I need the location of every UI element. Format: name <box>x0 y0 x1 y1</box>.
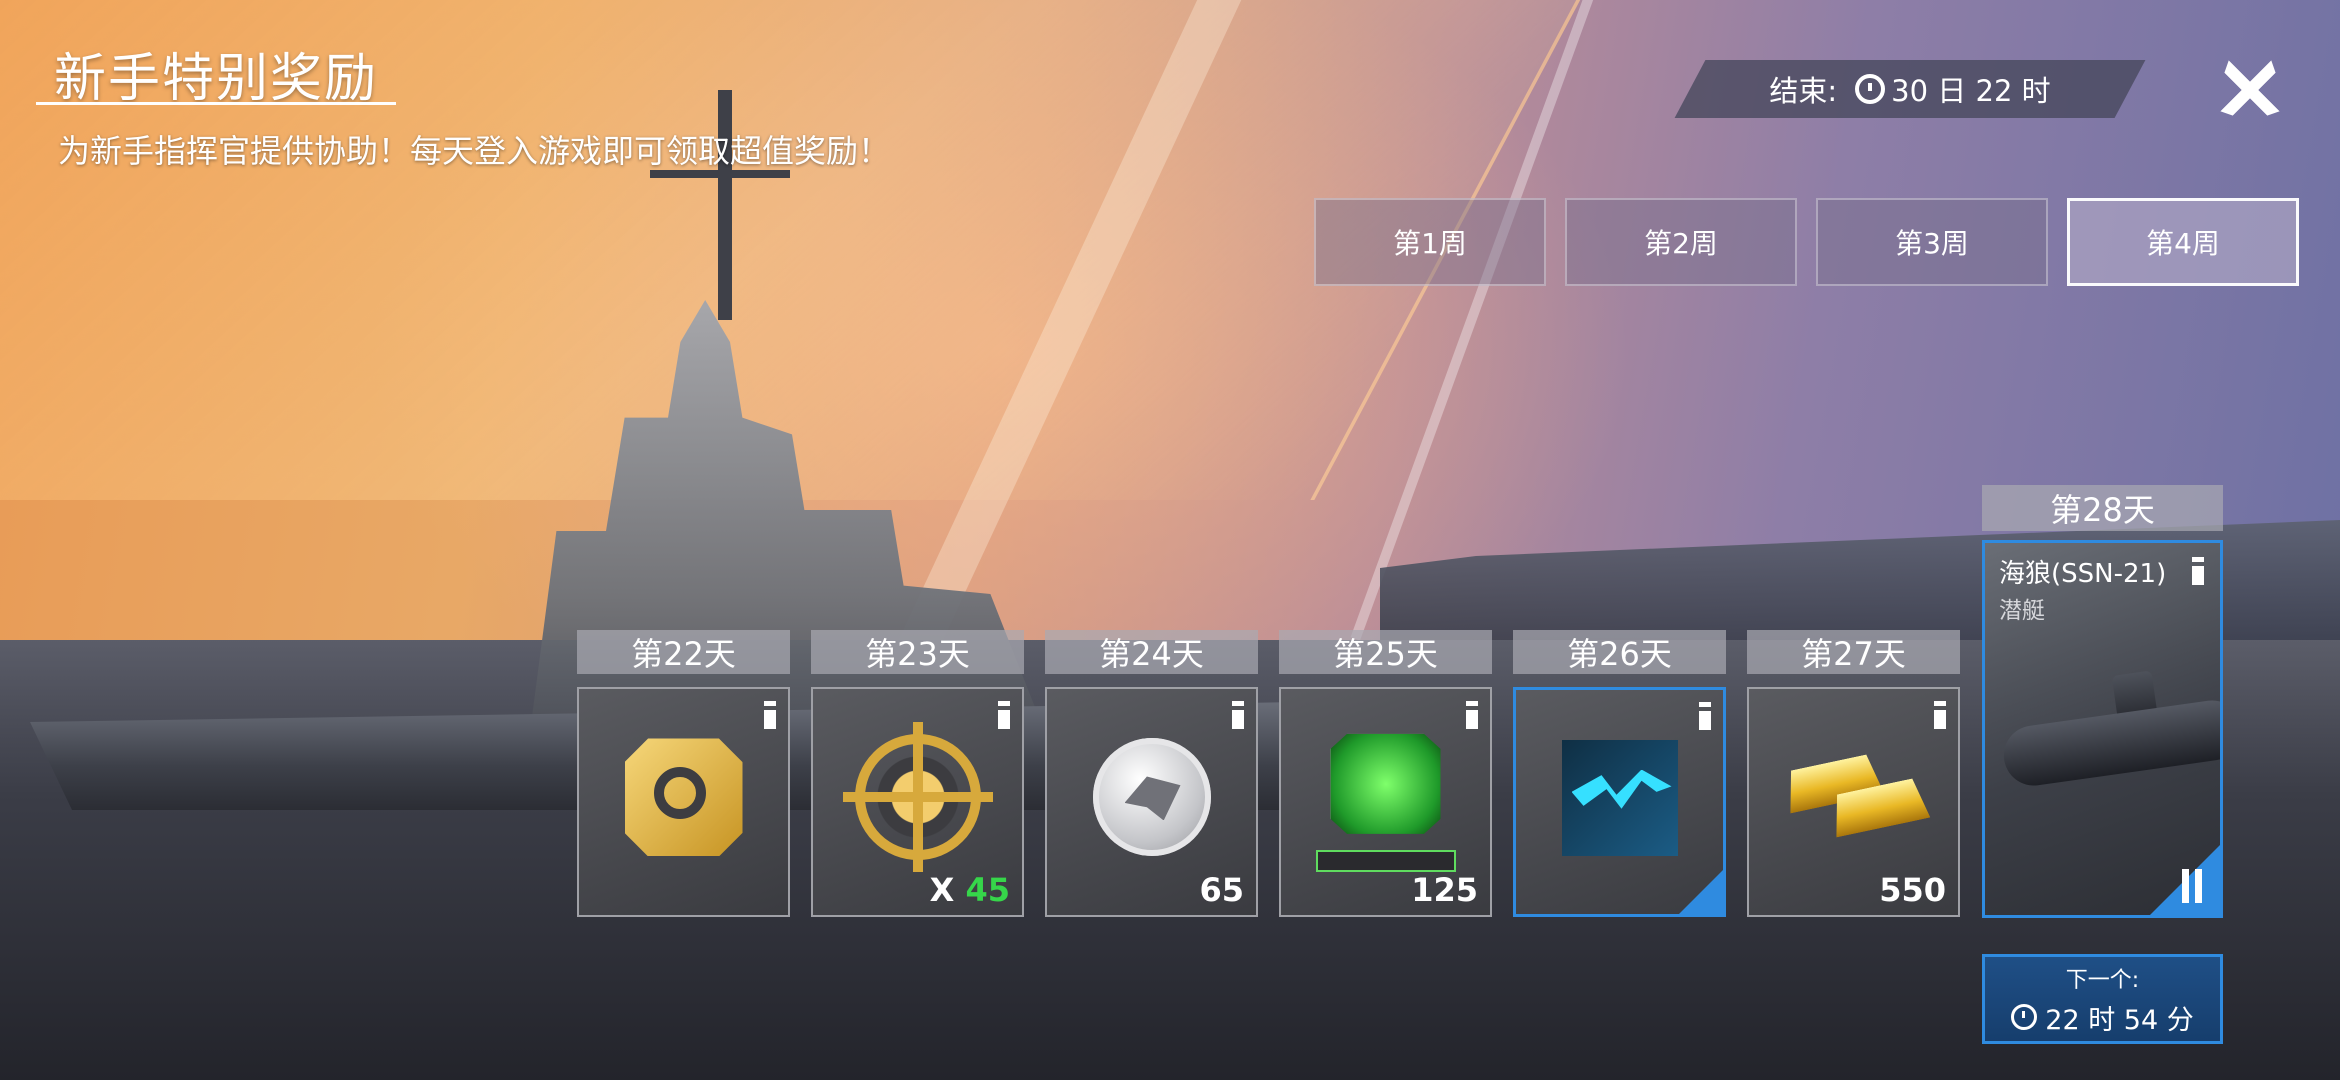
reward-quantity: 550 <box>1879 871 1946 909</box>
title-underline <box>36 102 396 105</box>
day-label-26: 第26天 <box>1513 630 1726 674</box>
reward-card-day-26[interactable] <box>1513 687 1726 917</box>
reward-quantity: 125 <box>1411 871 1478 909</box>
tab-week-2[interactable]: 第2周 <box>1565 198 1797 286</box>
reward-card-day-22[interactable] <box>577 687 790 917</box>
day-label-28: 第28天 <box>1982 485 2223 531</box>
info-icon[interactable] <box>1699 702 1711 730</box>
reward-card-day-24[interactable]: 65 <box>1045 687 1258 917</box>
day-label-22: 第22天 <box>577 630 790 674</box>
ship-name: 海狼(SSN-21) <box>1999 559 2167 589</box>
day-label-23: 第23天 <box>811 630 1024 674</box>
gold-tool-icon <box>624 738 743 857</box>
reward-card-day-28[interactable]: 海狼(SSN-21) 潜艇 <box>1982 540 2223 918</box>
info-icon[interactable] <box>1466 701 1478 729</box>
silver-emblem-icon <box>1092 738 1211 857</box>
selected-corner-marker <box>1679 870 1723 914</box>
reward-quantity: X 45 <box>929 871 1010 909</box>
info-icon[interactable] <box>764 701 776 729</box>
info-icon[interactable] <box>998 701 1010 729</box>
chip-base <box>1315 849 1456 872</box>
gold-target-icon <box>842 722 993 873</box>
info-icon[interactable] <box>1232 701 1244 729</box>
submarine-icon <box>1999 696 2220 790</box>
reward-card-day-27[interactable]: 550 <box>1747 687 1960 917</box>
page-subtitle: 为新手指挥官提供协助！每天登入游戏即可领取超值奖励！ <box>58 132 891 170</box>
ship-type: 潜艇 <box>1999 598 2045 624</box>
close-button[interactable] <box>2218 58 2282 122</box>
info-icon[interactable] <box>2192 557 2204 585</box>
timer-label: 结束: <box>1769 74 1838 108</box>
timer-value: 30 日 22 时 <box>1891 74 2051 108</box>
reward-card-day-23[interactable]: X 45 <box>811 687 1024 917</box>
stopwatch-icon <box>1855 74 1886 104</box>
page-title: 新手特别奖励 <box>54 49 379 109</box>
next-label: 下一个: <box>2065 967 2140 993</box>
reward-quantity: 65 <box>1199 871 1244 909</box>
next-reward-timer: 下一个: 22 时 54 分 <box>1982 954 2223 1044</box>
day-label-25: 第25天 <box>1279 630 1492 674</box>
lightning-camo-icon <box>1561 739 1678 856</box>
reward-card-day-25[interactable]: 125 <box>1279 687 1492 917</box>
gold-bars-icon <box>1779 742 1929 852</box>
warship-mast <box>718 90 732 320</box>
week-tabs: 第1周 第2周 第3周 第4周 <box>1314 198 2299 286</box>
green-chip-icon <box>1330 733 1441 834</box>
next-time: 22 时 54 分 <box>2045 1004 2194 1036</box>
tab-week-3[interactable]: 第3周 <box>1816 198 2048 286</box>
info-icon[interactable] <box>1934 701 1946 729</box>
day-label-27: 第27天 <box>1747 630 1960 674</box>
event-timer: 结束: 30 日 22 时 <box>1690 60 2130 118</box>
day-label-24: 第24天 <box>1045 630 1258 674</box>
tab-week-4[interactable]: 第4周 <box>2067 198 2299 286</box>
tier-ii-icon <box>2182 869 2202 903</box>
tab-week-1[interactable]: 第1周 <box>1314 198 1546 286</box>
stopwatch-icon <box>2011 1004 2038 1030</box>
